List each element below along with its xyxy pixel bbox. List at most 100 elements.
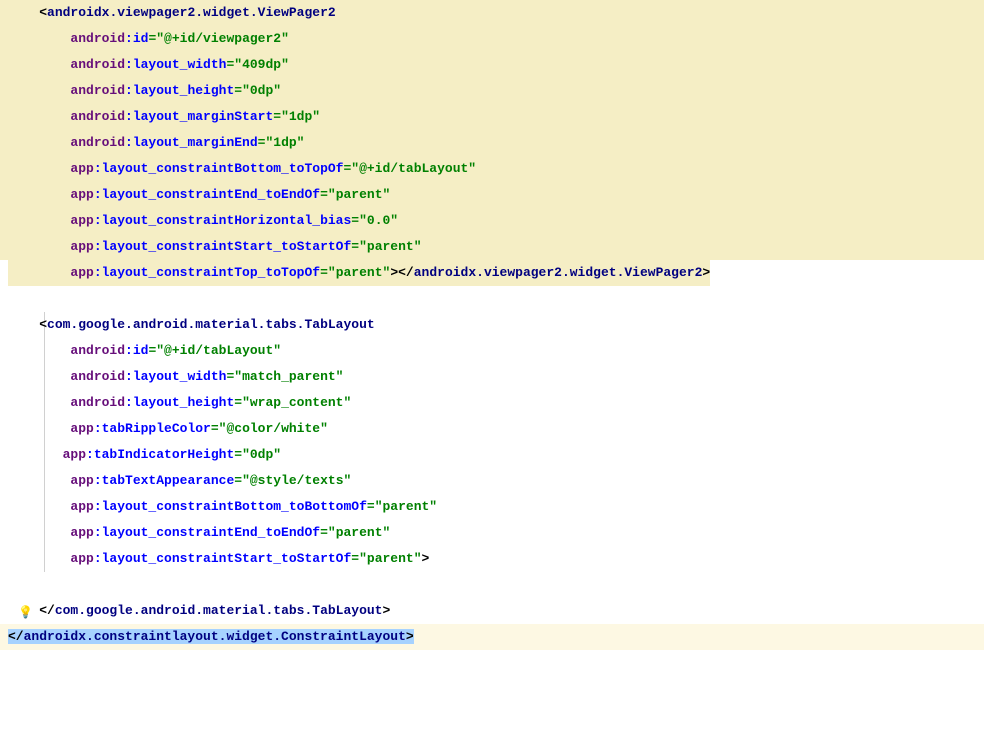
- code-token: "0dp": [242, 447, 281, 462]
- code-line[interactable]: android:layout_width="match_parent": [0, 364, 984, 390]
- code-token: :layout_width: [125, 57, 226, 72]
- code-token: "parent": [359, 551, 421, 566]
- code-line[interactable]: <com.google.android.material.tabs.TabLay…: [0, 312, 984, 338]
- code-token: =: [273, 109, 281, 124]
- code-token: =: [320, 187, 328, 202]
- code-token: >: [382, 603, 390, 618]
- code-line[interactable]: </androidx.constraintlayout.widget.Const…: [0, 624, 984, 650]
- code-token: com.google.android.material.tabs.TabLayo…: [47, 317, 375, 332]
- code-token: :layout_marginStart: [125, 109, 273, 124]
- code-line[interactable]: app:layout_constraintEnd_toEndOf="parent…: [0, 520, 984, 546]
- code-line[interactable]: android:layout_marginEnd="1dp": [0, 130, 984, 156]
- code-token: "parent": [328, 187, 390, 202]
- code-token: app: [63, 447, 86, 462]
- code-token: =: [234, 447, 242, 462]
- code-token: =: [351, 213, 359, 228]
- code-token: :layout_marginEnd: [125, 135, 258, 150]
- code-token: =: [234, 83, 242, 98]
- code-token: =: [211, 421, 219, 436]
- code-line[interactable]: app:tabIndicatorHeight="0dp": [0, 442, 984, 468]
- code-token: "parent": [328, 525, 390, 540]
- code-token: :layout_constraintStart_toStartOf: [94, 551, 351, 566]
- code-token: =: [320, 525, 328, 540]
- code-token: =: [351, 551, 359, 566]
- code-token: "@color/white": [219, 421, 328, 436]
- code-line[interactable]: app:layout_constraintBottom_toBottomOf="…: [0, 494, 984, 520]
- code-line[interactable]: app:tabTextAppearance="@style/texts": [0, 468, 984, 494]
- code-line[interactable]: [0, 286, 984, 312]
- code-token: app: [70, 187, 93, 202]
- code-token: :layout_constraintHorizontal_bias: [94, 213, 351, 228]
- code-token: "@style/texts": [242, 473, 351, 488]
- code-token: app: [70, 499, 93, 514]
- code-token: >: [422, 551, 430, 566]
- code-token: "1dp": [281, 109, 320, 124]
- code-token: android: [70, 83, 125, 98]
- code-line[interactable]: [0, 572, 984, 598]
- code-token: "1dp": [265, 135, 304, 150]
- code-token: "0dp": [242, 83, 281, 98]
- code-token: :id: [125, 31, 148, 46]
- code-token: "wrap_content": [242, 395, 351, 410]
- code-token: "@+id/viewpager2": [156, 31, 289, 46]
- code-token: =: [351, 239, 359, 254]
- code-token: "409dp": [234, 57, 289, 72]
- code-token: =: [367, 499, 375, 514]
- code-token: "@+id/tabLayout": [156, 343, 281, 358]
- code-line[interactable]: app:layout_constraintBottom_toTopOf="@+i…: [0, 156, 984, 182]
- code-token: =: [234, 473, 242, 488]
- code-token: android: [70, 31, 125, 46]
- code-token: app: [70, 551, 93, 566]
- code-token: :layout_height: [125, 395, 234, 410]
- code-token: app: [70, 421, 93, 436]
- code-line[interactable]: <androidx.viewpager2.widget.ViewPager2: [0, 0, 984, 26]
- code-token: "parent": [375, 499, 437, 514]
- code-token: :layout_constraintEnd_toEndOf: [94, 525, 320, 540]
- code-token: "parent": [359, 239, 421, 254]
- code-token: android: [70, 343, 125, 358]
- code-token: =: [234, 395, 242, 410]
- code-token: app: [70, 161, 93, 176]
- code-token: "@+id/tabLayout": [351, 161, 476, 176]
- code-token: :layout_constraintStart_toStartOf: [94, 239, 351, 254]
- code-token: app: [70, 239, 93, 254]
- code-token: [8, 291, 16, 306]
- code-token: "match_parent": [234, 369, 343, 384]
- code-token: <: [39, 5, 47, 20]
- code-line[interactable]: app:layout_constraintHorizontal_bias="0.…: [0, 208, 984, 234]
- code-line[interactable]: </com.google.android.material.tabs.TabLa…: [0, 598, 984, 624]
- code-token: app: [70, 473, 93, 488]
- code-token: androidx.viewpager2.widget.ViewPager2: [47, 5, 336, 20]
- code-token: :layout_height: [125, 83, 234, 98]
- code-line[interactable]: android:layout_height="wrap_content": [0, 390, 984, 416]
- code-line[interactable]: app:layout_constraintStart_toStartOf="pa…: [0, 234, 984, 260]
- code-token: :layout_width: [125, 369, 226, 384]
- code-token: "0.0": [359, 213, 398, 228]
- code-line[interactable]: app:layout_constraintTop_toTopOf="parent…: [0, 260, 984, 286]
- code-line[interactable]: android:id="@+id/tabLayout": [0, 338, 984, 364]
- code-token: :layout_constraintBottom_toBottomOf: [94, 499, 367, 514]
- code-token: app: [70, 525, 93, 540]
- code-token: android: [70, 135, 125, 150]
- code-line[interactable]: app:tabRippleColor="@color/white": [0, 416, 984, 442]
- code-line[interactable]: app:layout_constraintEnd_toEndOf="parent…: [0, 182, 984, 208]
- code-line[interactable]: android:id="@+id/viewpager2": [0, 26, 984, 52]
- code-editor[interactable]: <androidx.viewpager2.widget.ViewPager2 a…: [0, 0, 984, 650]
- code-token: [8, 577, 16, 592]
- code-token: :layout_constraintBottom_toTopOf: [94, 161, 344, 176]
- code-token: com.google.android.material.tabs.TabLayo…: [55, 603, 383, 618]
- code-token: :tabTextAppearance: [94, 473, 234, 488]
- code-token: android: [70, 57, 125, 72]
- code-token: </: [39, 603, 55, 618]
- code-token: <: [39, 317, 47, 332]
- code-line[interactable]: app:layout_constraintStart_toStartOf="pa…: [0, 546, 984, 572]
- code-token: android: [70, 395, 125, 410]
- code-token: :layout_constraintEnd_toEndOf: [94, 187, 320, 202]
- code-line[interactable]: android:layout_marginStart="1dp": [0, 104, 984, 130]
- code-token: android: [70, 109, 125, 124]
- code-line[interactable]: android:layout_height="0dp": [0, 78, 984, 104]
- code-line[interactable]: android:layout_width="409dp": [0, 52, 984, 78]
- code-token: :tabRippleColor: [94, 421, 211, 436]
- code-token: app: [70, 213, 93, 228]
- code-token: android: [70, 369, 125, 384]
